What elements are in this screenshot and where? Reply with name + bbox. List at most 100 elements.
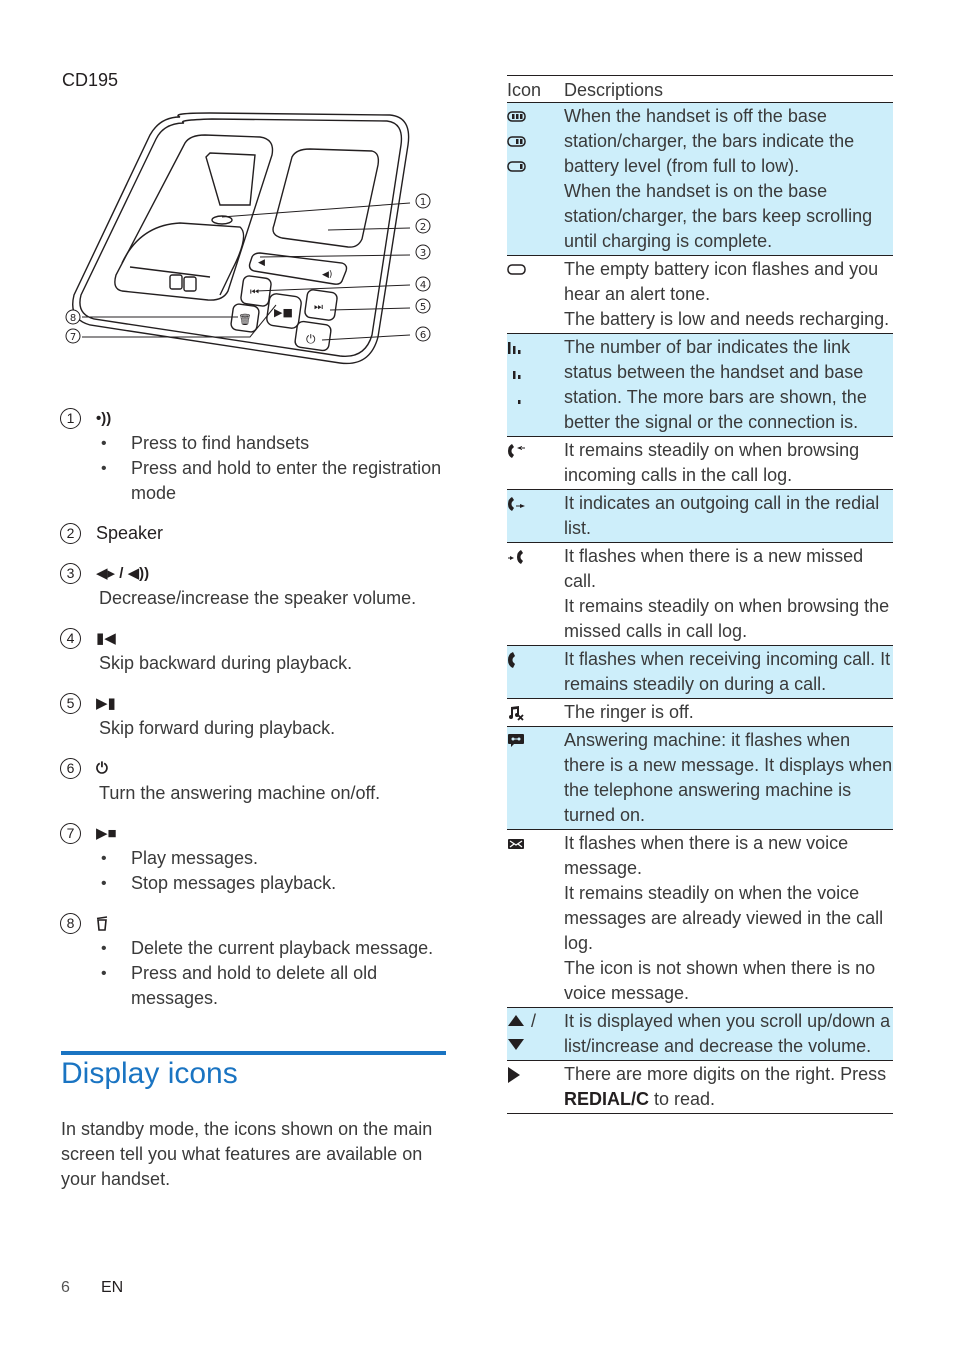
feature-1: 1 •)) Press to find handsets Press and h… [60,405,455,506]
description-cell: It indicates an outgoing call in the red… [564,489,893,543]
play-stop-glyph: ▶■ [274,306,293,319]
table-row: When the handset is off the base station… [507,102,893,256]
description-text: It remains steadily on when browsing inc… [564,440,860,485]
callout-6: 6 [420,330,426,341]
description-text: The empty battery icon flashes and you h… [564,259,879,304]
description-text-before: There are more digits on the right. Pres… [564,1064,887,1084]
bullet-item: Delete the current playback message. [99,936,455,961]
description-cell: It is displayed when you scroll up/down … [564,1007,893,1061]
icon-cell [507,333,564,437]
description-text: It indicates an outgoing call in the red… [564,493,880,538]
icon-cell [507,1060,564,1114]
skip-back-glyph: ⏮ [250,287,259,298]
callout-1: 1 [420,197,426,208]
table-row: / It is displayed when you scroll up/down… [507,1007,893,1061]
callout-7: 7 [70,332,76,343]
icon-cell [507,436,564,490]
section-divider [61,1051,446,1055]
battery-full-icon [507,104,564,129]
delete-icon [96,915,108,931]
number-badge: 5 [60,692,81,714]
page-number: 6 [61,1279,70,1296]
trash-glyph: 🗑 [238,313,252,326]
description-cell: The empty battery icon flashes and you h… [564,255,893,334]
feature-8: 8 Delete the current playback message. P… [60,910,455,1011]
callout-2: 2 [420,222,426,233]
table-row: It flashes when there is a new voice mes… [507,829,893,1008]
description-text: It is displayed when you scroll up/down … [564,1011,891,1056]
feature-title: Speaker [96,522,164,543]
phone-icon [507,647,564,672]
find-handset-icon: •)) [96,409,112,427]
feature-description: Skip backward during playback. [99,653,353,673]
description-cell: The number of bar indicates the link sta… [564,333,893,437]
feature-list: 1 •)) Press to find handsets Press and h… [60,405,455,1025]
language-code: EN [101,1279,124,1296]
battery-empty-icon [507,257,564,282]
section-title: Display icons [61,1057,238,1090]
callout-4: 4 [420,280,426,291]
arrow-right-icon [507,1062,564,1087]
answering-machine-icon [507,728,564,753]
bullet-item: Press and hold to enter the registration… [99,456,455,506]
description-text: The battery is low and needs recharging. [564,309,890,329]
page-footer: 6 EN [61,1279,123,1297]
description-text: It flashes when there is a new missed ca… [564,546,864,591]
table-row: It flashes when there is a new missed ca… [507,542,893,646]
number-badge: 6 [60,757,81,779]
table-row: There are more digits on the right. Pres… [507,1060,893,1114]
volume-up-glyph: ◀) [322,270,332,280]
number-badge: 2 [60,522,81,544]
description-text: It remains steadily on when the voice me… [564,883,884,953]
table-row: The ringer is off. [507,698,893,727]
outgoing-call-icon [507,491,564,516]
signal-three-bars-icon [507,335,564,360]
signal-two-bars-icon [507,360,564,385]
bullet-item: Press to find handsets [99,431,455,456]
header-icon: Icon [507,75,564,103]
feature-5: 5 ▶▮ Skip forward during playback. [60,690,455,741]
feature-4: 4 ▮◀ Skip backward during playback. [60,625,455,676]
incoming-call-icon [507,438,564,463]
description-text: The icon is not shown when there is no v… [564,958,876,1003]
callout-3: 3 [420,248,426,259]
description-cell: It flashes when there is a new missed ca… [564,542,893,646]
model-label: CD195 [62,70,119,90]
description-text: It remains steadily on when browsing the… [564,596,890,641]
number-badge: 8 [60,912,81,934]
number-badge: 7 [60,822,81,844]
description-cell: It flashes when there is a new voice mes… [564,829,893,1008]
icon-cell [507,726,564,830]
redial-key-label: REDIAL/C [564,1089,649,1109]
description-cell: Answering machine: it flashes when there… [564,726,893,830]
battery-two-bars-icon [507,129,564,154]
volume-down-glyph: ◀ [258,258,265,268]
base-station-illustration: ◀ ◀) ⏮ ⏭ ▶■ 🗑 ⏻ 1 2 3 4 5 6 8 7 [65,112,431,365]
description-text: When the handset is off the base station… [564,106,855,176]
skip-forward-glyph: ⏭ [314,302,323,313]
table-row: It indicates an outgoing call in the red… [507,489,893,543]
feature-2: 2 Speaker [60,520,455,546]
bullet-item: Press and hold to delete all old message… [99,961,455,1011]
description-text: It flashes when receiving incoming call.… [564,649,891,694]
power-icon: ⏻ [96,759,108,777]
description-text: There are more digits on the right. Pres… [564,1062,893,1112]
icon-cell [507,102,564,256]
header-description: Descriptions [564,75,893,103]
icon-cell [507,542,564,646]
icon-cell [507,489,564,543]
base-station-diagram: ◀ ◀) ⏮ ⏭ ▶■ 🗑 ⏻ 1 2 3 4 5 6 8 7 [60,105,440,385]
battery-one-bar-icon [507,154,564,179]
feature-6: 6 ⏻ Turn the answering machine on/off. [60,755,455,806]
callout-5: 5 [420,302,426,313]
skip-backward-icon: ▮◀ [96,630,116,647]
arrow-up-icon [507,1009,525,1034]
number-badge: 4 [60,627,81,649]
description-cell: The ringer is off. [564,698,893,727]
skip-forward-icon: ▶▮ [96,695,116,712]
table-row: The number of bar indicates the link sta… [507,333,893,437]
description-cell: When the handset is off the base station… [564,102,893,256]
table-row: It remains steadily on when browsing inc… [507,436,893,490]
feature-7: 7 ▶■ Play messages. Stop messages playba… [60,820,455,896]
description-text: Answering machine: it flashes when there… [564,730,893,825]
